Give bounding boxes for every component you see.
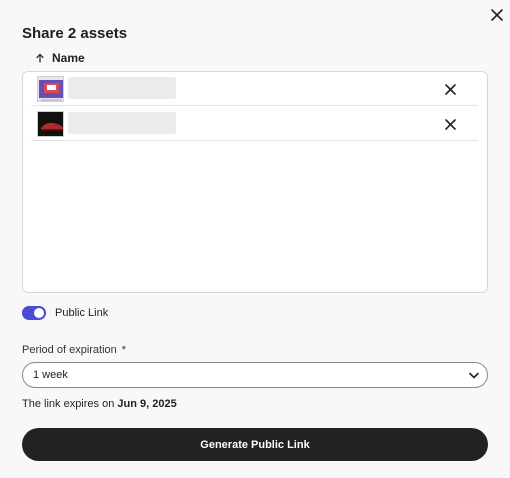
arrow-up-icon (36, 53, 44, 63)
expiration-label: Period of expiration * (22, 344, 126, 356)
generate-public-link-button[interactable]: Generate Public Link (22, 428, 488, 461)
expiration-prefix: The link expires on (22, 398, 115, 410)
asset-name-placeholder (68, 112, 176, 134)
close-icon (444, 118, 456, 130)
expiration-select[interactable]: 1 week (22, 362, 488, 388)
dialog-title: Share 2 assets (22, 25, 128, 42)
expiration-info: The link expires on Jun 9, 2025 (22, 398, 177, 410)
close-dialog-button[interactable] (488, 6, 506, 24)
chevron-down-icon (469, 372, 479, 378)
asset-row (31, 107, 478, 141)
close-icon (444, 83, 456, 95)
public-link-label: Public Link (55, 307, 109, 319)
asset-row (31, 72, 478, 106)
image-thumbnail-car (37, 111, 64, 137)
expiration-label-text: Period of expiration (22, 344, 117, 356)
required-mark: * (121, 344, 127, 356)
close-icon (491, 9, 503, 21)
expiration-selected-value: 1 week (33, 369, 68, 381)
asset-name-placeholder (68, 77, 176, 99)
image-thumbnail-poster (37, 76, 64, 102)
name-column-label: Name (52, 51, 85, 65)
remove-asset-button[interactable] (443, 82, 457, 96)
remove-asset-button[interactable] (443, 117, 457, 131)
asset-list (22, 71, 488, 293)
public-link-toggle[interactable] (22, 306, 46, 320)
expiration-date: Jun 9, 2025 (117, 398, 177, 410)
public-link-row: Public Link (22, 305, 108, 321)
name-column-header[interactable]: Name (36, 50, 85, 66)
toggle-knob (34, 308, 44, 318)
